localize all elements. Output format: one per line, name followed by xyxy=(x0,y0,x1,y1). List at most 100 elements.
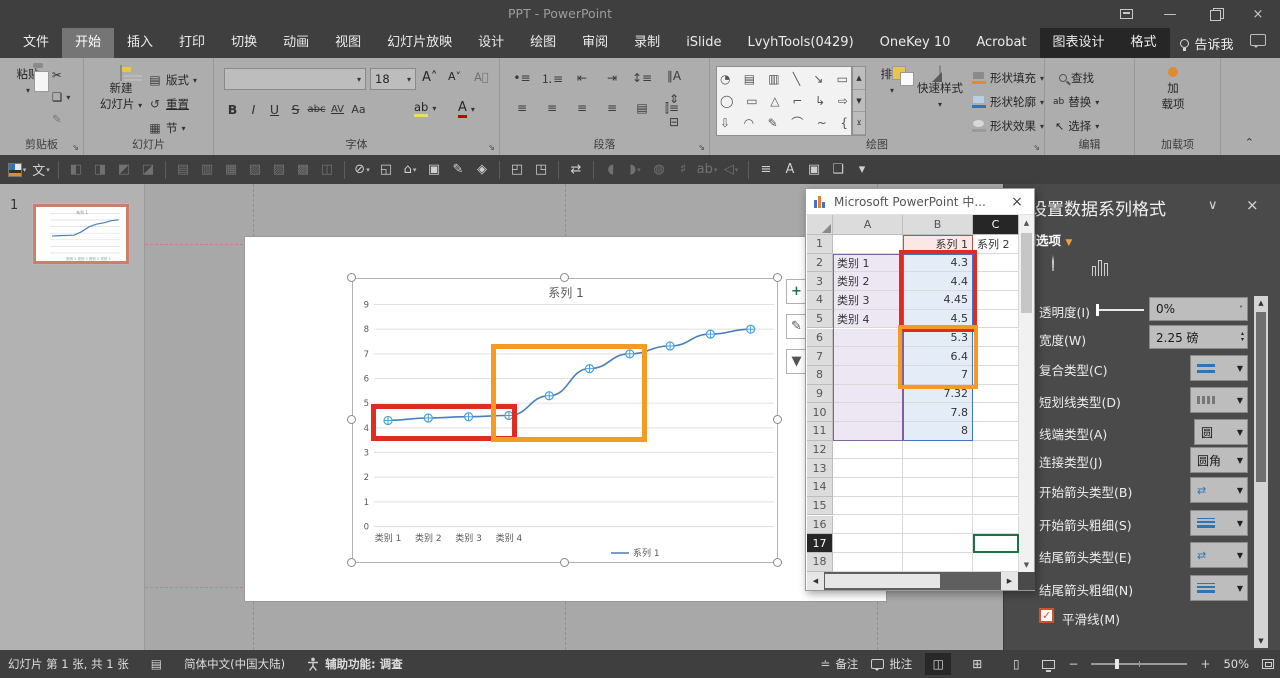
zoom-slider[interactable] xyxy=(1091,659,1187,669)
shape-icon[interactable]: ◯ xyxy=(720,91,733,111)
cell-A18[interactable] xyxy=(833,553,903,572)
cell-B9[interactable]: 7.32 xyxy=(903,385,973,404)
reset-button[interactable]: ↺重置 xyxy=(148,94,189,114)
no-fill-icon[interactable]: ⊘▾ xyxy=(351,159,373,181)
font-size-combo[interactable]: 18▾ xyxy=(370,68,416,90)
3d-model-icon[interactable]: ◈ xyxy=(471,159,493,181)
replace-button[interactable]: ab替换▾ xyxy=(1053,94,1099,110)
shape-icon[interactable]: △ xyxy=(770,91,779,111)
ribbon-display-options-icon[interactable] xyxy=(1104,0,1148,28)
subtract-shapes-icon[interactable]: ◗▾ xyxy=(624,159,646,181)
scroll-down-icon[interactable]: ▼ xyxy=(1254,634,1268,648)
paragraph-icon[interactable]: ⒈≡ xyxy=(540,68,564,88)
layout-button[interactable]: ▤版式▾ xyxy=(148,70,197,90)
cell-B17[interactable] xyxy=(903,534,973,553)
selection-handle[interactable] xyxy=(773,273,782,282)
shape-gallery-scroll[interactable]: ▲▼⊻ xyxy=(852,66,866,136)
ribbon-tab-图表设计[interactable]: 图表设计 xyxy=(1040,28,1118,58)
dropdown-结尾箭头类型(E)[interactable]: ⇄▼ xyxy=(1190,542,1248,568)
font-color-button[interactable]: A▾ xyxy=(458,100,475,118)
select-all-corner[interactable] xyxy=(807,215,833,235)
shape-icon[interactable]: ⌒ xyxy=(791,113,803,133)
zoom-level[interactable]: 50% xyxy=(1223,657,1249,671)
grow-font-button[interactable]: A˄ xyxy=(422,70,437,85)
chevron-down-icon[interactable]: ˅ xyxy=(1239,305,1247,314)
cell-C12[interactable] xyxy=(973,441,1019,460)
language-status[interactable]: 简体中文(中国大陆) xyxy=(184,656,285,672)
row-header-4[interactable]: 4 xyxy=(807,291,833,310)
align-left-icon[interactable]: ▤ xyxy=(172,159,194,181)
pane-scrollbar[interactable]: ▲ ▼ xyxy=(1254,296,1268,648)
dropdown-连接类型(J)[interactable]: 圆角▼ xyxy=(1190,447,1248,473)
paste-button[interactable]: 粘贴▾ xyxy=(10,66,46,96)
font-button-abc[interactable]: abc xyxy=(306,98,327,120)
highlight-button[interactable]: ab▾ xyxy=(414,100,436,117)
shape-gallery[interactable]: ◔▤▥╲↘▭◯▭△⌐↳⇨⇩◠✎⌒~{ xyxy=(716,66,852,136)
spinner-arrows[interactable]: ▴▾ xyxy=(1241,331,1247,343)
cell-C11[interactable] xyxy=(973,422,1019,441)
cell-C2[interactable] xyxy=(973,254,1019,273)
size-position-icon[interactable]: ◱ xyxy=(375,159,397,181)
theme-colors-icon[interactable]: ▾ xyxy=(6,159,28,181)
cut-button[interactable]: ✂ xyxy=(52,68,62,82)
scroll-up-icon[interactable]: ▲ xyxy=(1254,296,1268,310)
cell-A13[interactable] xyxy=(833,459,903,478)
align-icon[interactable]: ≡ xyxy=(600,98,624,118)
ribbon-tab-设计[interactable]: 设计 xyxy=(465,28,517,58)
effects-tab-icon[interactable] xyxy=(1052,256,1078,282)
font-button-B[interactable]: B xyxy=(222,98,243,120)
cell-B14[interactable] xyxy=(903,478,973,497)
scroll-up-icon[interactable]: ▲ xyxy=(1019,215,1034,230)
chart-elements-icon[interactable]: + xyxy=(786,279,807,304)
align-icon[interactable]: ⫿≡ xyxy=(660,98,684,118)
copy-format-icon[interactable]: ◧ xyxy=(65,159,87,181)
transparency-slider[interactable] xyxy=(1096,309,1144,311)
chevron-down-icon[interactable]: ▼ xyxy=(1237,551,1247,560)
cell-B6[interactable]: 5.3 xyxy=(903,329,973,348)
font-button-U[interactable]: U xyxy=(264,98,285,120)
cell-C15[interactable] xyxy=(973,497,1019,516)
font-button-AV[interactable]: AV xyxy=(327,98,348,120)
minimize-icon[interactable]: — xyxy=(1148,0,1192,28)
ribbon-tab-Acrobat[interactable]: Acrobat xyxy=(963,28,1039,58)
font-button-Aa[interactable]: Aa xyxy=(348,98,369,120)
row-header-5[interactable]: 5 xyxy=(807,310,833,329)
ribbon-tab-文件[interactable]: 文件 xyxy=(10,28,62,58)
align-icon[interactable]: ▤ xyxy=(630,98,654,118)
ribbon-tab-iSlide[interactable]: iSlide xyxy=(673,28,734,58)
cell-C7[interactable] xyxy=(973,347,1019,366)
paragraph-icon[interactable]: ⇤ xyxy=(570,68,594,88)
merge-shapes-icon[interactable]: ◖ xyxy=(600,159,622,181)
selection-handle[interactable] xyxy=(347,558,356,567)
chart-filter-icon[interactable]: ▼ xyxy=(786,349,807,374)
align-bottom-icon[interactable]: ▩ xyxy=(292,159,314,181)
selection-handle[interactable] xyxy=(560,558,569,567)
display-settings-icon[interactable]: ▤ xyxy=(151,657,162,671)
cell-A6[interactable] xyxy=(833,329,903,348)
comments-button[interactable]: 批注 xyxy=(871,656,912,672)
chart-style-icon[interactable]: ✎ xyxy=(786,314,807,339)
cell-C16[interactable] xyxy=(973,516,1019,535)
copy-button[interactable]: ❏ ▾ xyxy=(52,90,70,104)
cell-C8[interactable] xyxy=(973,366,1019,385)
cell-C17[interactable] xyxy=(973,534,1019,553)
format-painter-button[interactable]: ✎ xyxy=(52,112,62,126)
fragment-icon[interactable]: ♯ xyxy=(672,159,694,181)
row-header-9[interactable]: 9 xyxy=(807,385,833,404)
scroll-left-icon[interactable]: ◀ xyxy=(807,572,824,590)
normal-view-icon[interactable]: ◫ xyxy=(925,653,951,675)
shape-icon[interactable]: ╲ xyxy=(793,69,800,89)
sheet-vertical-scrollbar[interactable]: ▲ ▼ xyxy=(1019,215,1034,572)
ribbon-tab-OneKey 10[interactable]: OneKey 10 xyxy=(867,28,964,58)
shape-outline-button[interactable]: 形状轮廓▾ xyxy=(972,94,1044,110)
cell-B12[interactable] xyxy=(903,441,973,460)
text-effects-icon[interactable]: ab▾ xyxy=(696,159,718,181)
cell-B7[interactable]: 6.4 xyxy=(903,347,973,366)
ribbon-tab-绘图[interactable]: 绘图 xyxy=(517,28,569,58)
dropdown-复合类型(C)[interactable]: ▼ xyxy=(1190,355,1248,381)
cell-B13[interactable] xyxy=(903,459,973,478)
cell-A14[interactable] xyxy=(833,478,903,497)
dropdown-短划线类型(D)[interactable]: ▼ xyxy=(1190,387,1248,413)
notes-button[interactable]: ≐备注 xyxy=(820,656,858,672)
accessibility-status[interactable]: 辅助功能: 调查 xyxy=(307,656,403,672)
